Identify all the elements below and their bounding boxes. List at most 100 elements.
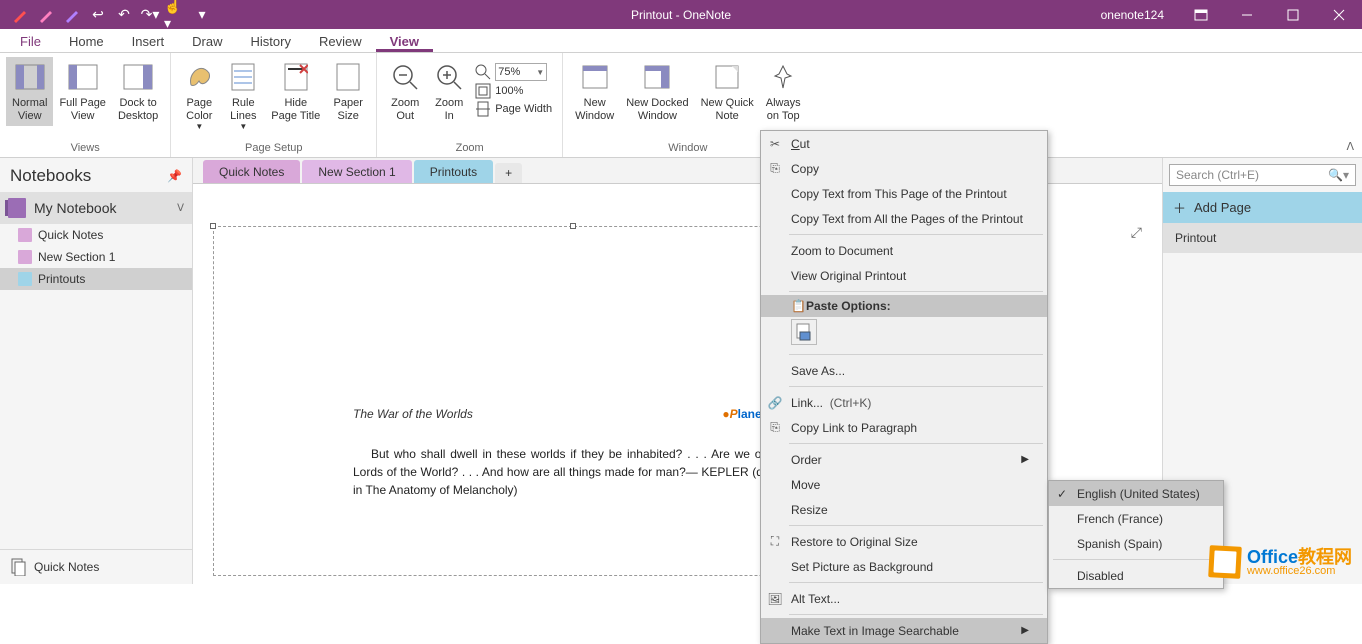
menu-copy-text-this-page[interactable]: Copy Text from This Page of the Printout [761,181,1047,206]
rule-lines-button[interactable]: Rule Lines▼ [221,57,265,135]
redo-icon[interactable]: ↷▾ [138,3,162,27]
zoom-in-button[interactable]: Zoom In [427,57,471,126]
watermark-logo: Office教程网 www.office26.com [1209,546,1352,578]
ribbon-group-zoom: Zoom Out Zoom In 75%▼ 100% Page Width Zo… [377,53,563,157]
normal-view-button[interactable]: Normal View [6,57,53,126]
submenu-spanish[interactable]: Spanish (Spain) [1049,531,1223,556]
group-label-views: Views [0,140,170,157]
menu-copy-link-paragraph[interactable]: ⎘Copy Link to Paragraph [761,415,1047,440]
zoom-percent-input[interactable]: 75%▼ [495,63,547,81]
menu-view-original[interactable]: View Original Printout [761,263,1047,288]
customize-qat-icon[interactable]: ▾ [190,3,214,27]
docked-window-icon [641,61,673,93]
quick-notes-footer[interactable]: Quick Notes [0,549,192,584]
resize-handle[interactable] [570,223,576,229]
add-page-button[interactable]: ＋ Add Page [1163,192,1362,223]
tab-quick-notes[interactable]: Quick Notes [203,160,300,183]
current-notebook[interactable]: My Notebook ᐯ [0,192,192,224]
pen-purple-icon[interactable] [60,3,84,27]
menu-cut[interactable]: ✂Cut [761,131,1047,156]
copy-link-icon: ⎘ [767,420,783,436]
new-window-button[interactable]: New Window [569,57,620,126]
tab-file[interactable]: File [6,30,55,52]
page-color-button[interactable]: Page Color▼ [177,57,221,135]
menu-move[interactable]: Move [761,472,1047,497]
tab-home[interactable]: Home [55,30,118,52]
pen-red-icon[interactable] [8,3,32,27]
menu-alt-text[interactable]: 🖼Alt Text... [761,586,1047,611]
ribbon-display-icon[interactable] [1178,0,1224,29]
title-bar: ↩ ↶ ↷▾ ☝▾ ▾ Printout - OneNote onenote12… [0,0,1362,29]
tab-review[interactable]: Review [305,30,376,52]
resize-handle[interactable] [210,223,216,229]
menu-restore-original-size[interactable]: ⛶Restore to Original Size [761,529,1047,554]
tab-draw[interactable]: Draw [178,30,236,52]
menu-order[interactable]: Order▶ [761,447,1047,472]
pin-icon [767,61,799,93]
ribbon-group-views: Normal View Full Page View Dock to Deskt… [0,53,171,157]
search-input[interactable]: Search (Ctrl+E) 🔍▾ [1169,164,1356,186]
menu-zoom-document[interactable]: Zoom to Document [761,238,1047,263]
normal-view-icon [14,61,46,93]
search-icon: 🔍▾ [1328,168,1349,182]
tab-new-section[interactable]: New Section 1 [302,160,411,183]
new-quick-note-button[interactable]: New Quick Note [695,57,760,126]
menu-copy-text-all-pages[interactable]: Copy Text from All the Pages of the Prin… [761,206,1047,231]
notebook-sidebar: Notebooks 📌 My Notebook ᐯ Quick Notes Ne… [0,158,193,584]
zoom-100-button[interactable]: 100% [475,83,552,99]
section-item-new-section[interactable]: New Section 1 [0,246,192,268]
back-icon[interactable]: ↩ [86,3,110,27]
expand-page-icon[interactable]: ⤢ [1131,224,1142,241]
paper-size-button[interactable]: Paper Size [326,57,370,126]
menu-link[interactable]: 🔗Link... (Ctrl+K) [761,390,1047,415]
tab-view[interactable]: View [376,30,433,52]
section-item-printouts[interactable]: Printouts [0,268,192,290]
touch-mode-icon[interactable]: ☝▾ [164,3,188,27]
menu-set-picture-background[interactable]: Set Picture as Background [761,554,1047,579]
close-button[interactable] [1316,0,1362,29]
submenu-english-us[interactable]: ✓English (United States) [1049,481,1223,506]
page-width-button[interactable]: Page Width [475,101,552,117]
menu-make-text-searchable[interactable]: Make Text in Image Searchable▶ [761,618,1047,643]
page-item[interactable]: Printout [1163,223,1362,253]
submenu-french[interactable]: French (France) [1049,506,1223,531]
quick-note-icon [711,61,743,93]
add-section-button[interactable]: + [495,163,522,183]
menu-save-as[interactable]: Save As... [761,358,1047,383]
pdf-body-text: But who shall dwell in these worlds if t… [353,445,793,499]
submenu-disabled[interactable]: Disabled [1049,563,1223,588]
undo-icon[interactable]: ↶ [112,3,136,27]
dock-desktop-icon [122,61,154,93]
pdf-content: The War of the Worlds ●Planet PDF But wh… [353,407,793,499]
zoom-in-icon [433,61,465,93]
tab-insert[interactable]: Insert [118,30,179,52]
new-window-icon [579,61,611,93]
pin-sidebar-icon[interactable]: 📌 [167,169,182,183]
page-color-icon [183,61,215,93]
menu-copy[interactable]: ⎘Copy [761,156,1047,181]
minimize-button[interactable] [1224,0,1270,29]
dock-desktop-button[interactable]: Dock to Desktop [112,57,164,126]
rule-lines-icon [227,61,259,93]
group-label-page-setup: Page Setup [171,140,376,157]
pen-pink-icon[interactable] [34,3,58,27]
paste-picture-button[interactable] [791,319,817,345]
ribbon: Normal View Full Page View Dock to Deskt… [0,53,1362,158]
ribbon-group-page-setup: Page Color▼ Rule Lines▼ Hide Page Title … [171,53,377,157]
hide-page-title-button[interactable]: Hide Page Title [265,57,326,126]
account-name[interactable]: onenote124 [1087,8,1178,22]
collapse-ribbon-button[interactable]: ᐱ [1346,140,1354,153]
language-submenu: ✓English (United States) French (France)… [1048,480,1224,589]
always-on-top-button[interactable]: Always on Top [760,57,807,126]
maximize-button[interactable] [1270,0,1316,29]
menu-resize[interactable]: Resize [761,497,1047,522]
zoom-out-button[interactable]: Zoom Out [383,57,427,126]
tab-history[interactable]: History [237,30,305,52]
tab-printouts[interactable]: Printouts [414,160,493,183]
section-item-quick-notes[interactable]: Quick Notes [0,224,192,246]
notebooks-heading: Notebooks [10,166,167,186]
new-docked-window-button[interactable]: New Docked Window [620,57,694,126]
full-page-view-button[interactable]: Full Page View [53,57,111,126]
magnifier-icon [475,64,491,80]
check-icon: ✓ [1057,487,1067,501]
